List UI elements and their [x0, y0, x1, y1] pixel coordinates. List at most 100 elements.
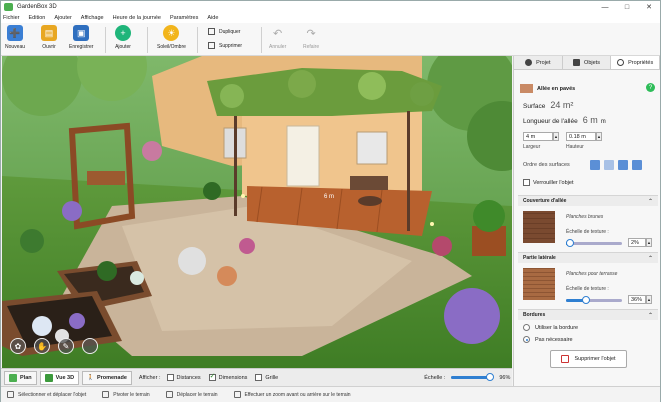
- delete-object-label: Supprimer l'objet: [574, 356, 616, 362]
- menu-aide[interactable]: Aide: [207, 15, 218, 21]
- couverture-scale-spinner[interactable]: ▲: [646, 238, 652, 247]
- pencil-icon[interactable]: ✎: [58, 338, 74, 354]
- bring-front-icon[interactable]: [618, 160, 628, 170]
- menu-heure[interactable]: Heure de la journée: [113, 15, 161, 21]
- dimensions-toggle[interactable]: Dimensions: [208, 372, 247, 381]
- tab-projet[interactable]: Projet: [514, 56, 563, 69]
- open-button[interactable]: ▤ Ouvrir: [41, 25, 57, 50]
- dimensions-checkbox[interactable]: [208, 372, 216, 381]
- app-window: GardenBox 3D — □ ✕ Fichier Edition Ajout…: [0, 0, 661, 402]
- window-title: GardenBox 3D: [17, 4, 57, 10]
- garden-scene[interactable]: [2, 56, 512, 368]
- couverture-scale-knob[interactable]: [566, 239, 574, 247]
- redo-button[interactable]: ↷ Refaire: [303, 25, 319, 51]
- surface-value: 24 m²: [550, 100, 574, 110]
- couverture-section-header[interactable]: Couverture d'allée ⌃: [518, 195, 658, 206]
- grille-toggle[interactable]: Grille: [255, 374, 278, 381]
- walk-icon: 🚶: [87, 374, 94, 381]
- tab-projet-label: Projet: [536, 59, 551, 66]
- hand-pan-icon[interactable]: ✋: [34, 338, 50, 354]
- laterale-scale-value[interactable]: 36%: [628, 295, 646, 304]
- menu-ajouter[interactable]: Ajouter: [54, 15, 71, 21]
- gear-icon: [617, 59, 625, 66]
- bordures-section-header[interactable]: Bordures ⌃: [518, 309, 658, 320]
- send-backward-icon[interactable]: [604, 160, 614, 170]
- sun-shadow-button[interactable]: ☀ Soleil/Ombre: [157, 25, 186, 50]
- delete-toolbar-button[interactable]: Supprimer: [208, 42, 242, 49]
- tab-proprietes[interactable]: Propriétés: [611, 56, 661, 69]
- scale-slider[interactable]: [451, 373, 494, 381]
- toolbar-separator: [147, 27, 148, 53]
- undo-button[interactable]: ↶ Annuler: [269, 25, 287, 51]
- width-spinner[interactable]: ▲: [553, 132, 559, 141]
- laterale-section-header[interactable]: Partie latérale ⌃: [518, 252, 658, 263]
- undo-label: Annuler: [269, 44, 287, 50]
- distances-toggle[interactable]: Distances: [166, 374, 201, 381]
- menu-edition[interactable]: Edition: [29, 15, 46, 21]
- bordures-head: Bordures: [523, 312, 546, 318]
- sun-icon: ☀: [163, 25, 180, 41]
- menu-affichage[interactable]: Affichage: [81, 15, 104, 21]
- no-border-radio[interactable]: [523, 336, 530, 343]
- tab-promenade[interactable]: 🚶 Promenade: [82, 370, 132, 385]
- height-input[interactable]: 0.18 m: [566, 132, 596, 141]
- tab-vue3d[interactable]: Vue 3D: [39, 370, 80, 385]
- status-pivot: Pivoter le terrain: [102, 391, 150, 398]
- laterale-scale-knob[interactable]: [582, 296, 591, 304]
- new-button[interactable]: ➕ Nouveau: [5, 25, 25, 50]
- grille-checkbox[interactable]: [255, 374, 263, 381]
- lock-toggle[interactable]: Verrouiller l'objet: [523, 179, 574, 186]
- add-button-label: Ajouter: [115, 44, 131, 50]
- width-input[interactable]: 4 m: [523, 132, 553, 141]
- laterale-scale-spinner[interactable]: ▲: [646, 295, 652, 304]
- use-border-label: Utiliser la bordure: [535, 324, 579, 331]
- distances-checkbox[interactable]: [166, 374, 174, 381]
- couverture-material: Planches brunes: [566, 214, 604, 220]
- couverture-texture-swatch[interactable]: [523, 211, 555, 243]
- use-border-radio[interactable]: [523, 324, 530, 331]
- undo-icon: ↶: [273, 27, 283, 40]
- use-border-option[interactable]: Utiliser la bordure: [523, 324, 578, 331]
- tab-plan-label: Plan: [20, 374, 32, 381]
- extra-tool-icon[interactable]: [82, 338, 98, 354]
- maximize-icon[interactable]: □: [616, 1, 638, 13]
- save-button[interactable]: ▣ Enregistrer: [69, 25, 93, 50]
- close-icon[interactable]: ✕: [638, 1, 660, 13]
- trash-icon: [208, 42, 215, 49]
- scale-slider-knob[interactable]: [485, 373, 494, 381]
- project-icon: [525, 59, 533, 66]
- laterale-texture-swatch[interactable]: [523, 268, 555, 300]
- couverture-scale-slider[interactable]: [566, 239, 622, 247]
- send-back-icon[interactable]: [632, 160, 642, 170]
- no-border-option[interactable]: Pas nécessaire: [523, 336, 573, 343]
- bring-forward-icon[interactable]: [590, 160, 600, 170]
- couverture-head: Couverture d'allée: [523, 198, 567, 204]
- no-border-label: Pas nécessaire: [535, 336, 573, 343]
- laterale-scale-slider[interactable]: [566, 296, 622, 304]
- length-value: 6 m: [582, 115, 598, 125]
- tab-plan[interactable]: Plan: [4, 370, 37, 385]
- help-icon[interactable]: ?: [646, 83, 655, 92]
- minimize-icon[interactable]: —: [594, 1, 616, 13]
- echelle-label: Échelle :: [424, 374, 446, 381]
- layers-icon[interactable]: ✿: [10, 338, 26, 354]
- properties-panel: Projet Objets Propriétés Allée en pavés …: [513, 56, 661, 386]
- length-label: Longueur de l'allée: [523, 118, 578, 125]
- chevron-up-icon: ⌃: [647, 255, 653, 262]
- save-icon: ▣: [73, 25, 90, 41]
- menu-parametres[interactable]: Paramètres: [170, 15, 198, 21]
- length-unit: m: [600, 119, 606, 125]
- tab-objets[interactable]: Objets: [562, 56, 612, 69]
- lock-checkbox[interactable]: [523, 179, 530, 186]
- object-name: Allée en pavés: [537, 85, 576, 92]
- new-file-icon: ➕: [7, 25, 23, 41]
- height-spinner[interactable]: ▲: [596, 132, 602, 141]
- redo-icon: ↷: [306, 27, 316, 40]
- couverture-scale-value[interactable]: 2%: [628, 238, 646, 247]
- delete-object-button[interactable]: Supprimer l'objet: [550, 350, 627, 368]
- add-button[interactable]: + Ajouter: [115, 25, 131, 50]
- status-select: Sélectionner et déplacer l'objet: [7, 391, 86, 398]
- duplicate-button[interactable]: Dupliquer: [208, 28, 240, 35]
- menu-fichier[interactable]: Fichier: [3, 15, 20, 21]
- 3d-viewport[interactable]: 6 m ✿ ✋ ✎: [2, 56, 512, 368]
